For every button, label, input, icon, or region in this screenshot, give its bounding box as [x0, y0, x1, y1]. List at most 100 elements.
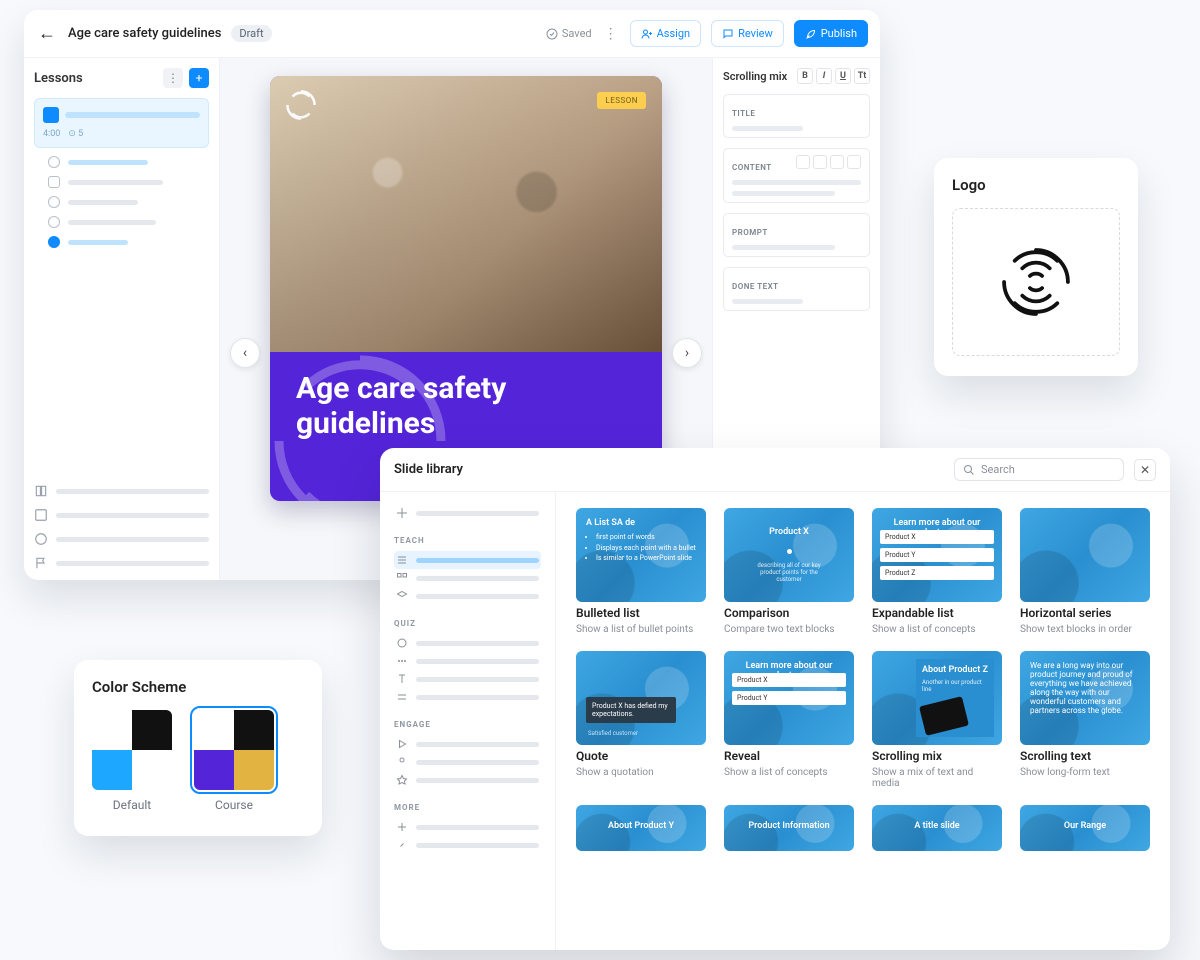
- grid-icon: [396, 572, 408, 584]
- slide-template-tile[interactable]: A title slide: [872, 805, 1002, 851]
- template-subtitle: Show a list of concepts: [724, 767, 854, 778]
- footer-nav-item[interactable]: [34, 556, 209, 570]
- logo-heading: Logo: [952, 176, 1120, 194]
- slide-template-tile[interactable]: Product X has defied my expectations.Sat…: [576, 651, 706, 789]
- category-item[interactable]: [394, 652, 541, 670]
- slide-type-label: Scrolling mix: [723, 70, 791, 83]
- italic-button[interactable]: I: [816, 68, 832, 84]
- category-item[interactable]: [394, 587, 541, 605]
- bold-button[interactable]: B: [797, 68, 813, 84]
- outline-item[interactable]: [48, 216, 209, 228]
- palette-icon: [34, 532, 48, 546]
- tool-icon[interactable]: [830, 155, 844, 169]
- outline-item[interactable]: [48, 156, 209, 168]
- category-item[interactable]: [394, 771, 541, 789]
- outline-item[interactable]: [48, 176, 209, 188]
- library-close-button[interactable]: ✕: [1134, 459, 1156, 481]
- slide-template-tile[interactable]: Product Xdescribing all of our key produ…: [724, 508, 854, 635]
- circle-icon: [396, 637, 408, 649]
- slide-template-tile[interactable]: About Product Y: [576, 805, 706, 851]
- lessons-heading: Lessons: [34, 71, 157, 86]
- template-thumbnail: A title slide: [872, 805, 1002, 851]
- scheme-option-default[interactable]: Default: [92, 710, 172, 812]
- category-item[interactable]: [394, 753, 541, 771]
- check-circle-icon: [546, 28, 558, 40]
- prev-slide-button[interactable]: ‹: [230, 338, 260, 368]
- editor-topbar: ← Age care safety guidelines Draft Saved…: [24, 10, 880, 58]
- category-item[interactable]: [394, 836, 541, 854]
- lessons-panel: Lessons ⋮ + 4:00 ⊙ 5: [24, 58, 220, 580]
- slide-template-tile[interactable]: Horizontal series Show text blocks in ord…: [1020, 508, 1150, 635]
- template-title: Scrolling mix: [872, 749, 1002, 763]
- slide-template-tile[interactable]: Product Information: [724, 805, 854, 851]
- flag-icon: [34, 556, 48, 570]
- slide-template-tile[interactable]: Learn more about our product rangeProduc…: [724, 651, 854, 789]
- scheme-label: Default: [113, 798, 151, 812]
- tool-icon[interactable]: [796, 155, 810, 169]
- library-search-input[interactable]: Search: [954, 458, 1124, 481]
- template-title: Scrolling text: [1020, 749, 1150, 763]
- section-label: QUIZ: [394, 619, 541, 628]
- category-item[interactable]: [394, 551, 541, 569]
- category-item[interactable]: [394, 634, 541, 652]
- section-label: MORE: [394, 803, 541, 812]
- slide-template-tile[interactable]: We are a long way into our product journ…: [1020, 651, 1150, 789]
- rocket-icon: [805, 28, 817, 40]
- footer-nav-item[interactable]: [34, 532, 209, 546]
- content-field[interactable]: CONTENT: [723, 148, 870, 203]
- category-item[interactable]: [394, 735, 541, 753]
- slide-preview[interactable]: LESSON Age care safety guidelines: [270, 76, 662, 501]
- assign-button[interactable]: Assign: [630, 20, 701, 47]
- scheme-option-course[interactable]: Course: [194, 710, 274, 812]
- text-icon: [396, 673, 408, 685]
- scheme-label: Course: [215, 798, 253, 812]
- footer-nav-item[interactable]: [34, 508, 209, 522]
- outline-item[interactable]: [48, 196, 209, 208]
- review-button[interactable]: Review: [711, 20, 784, 47]
- slide-outline: [34, 156, 209, 248]
- category-item[interactable]: [394, 818, 541, 836]
- book-icon: [34, 484, 48, 498]
- list-icon: [396, 554, 408, 566]
- template-thumbnail: We are a long way into our product journ…: [1020, 651, 1150, 745]
- sparkle-icon: [396, 507, 408, 519]
- template-thumbnail: Product Xdescribing all of our key produ…: [724, 508, 854, 602]
- add-lesson-button[interactable]: +: [189, 68, 209, 88]
- more-menu-button[interactable]: ⋮: [602, 26, 620, 42]
- arrows-icon: [396, 691, 408, 703]
- slide-template-tile[interactable]: A List SA defirst point of wordsDisplays…: [576, 508, 706, 635]
- template-thumbnail: Our Range: [1020, 805, 1150, 851]
- tool-icon[interactable]: [813, 155, 827, 169]
- done-text-field[interactable]: DONE TEXT: [723, 267, 870, 311]
- prompt-field[interactable]: PROMPT: [723, 213, 870, 257]
- underline-button[interactable]: U: [835, 68, 851, 84]
- footer-nav-item[interactable]: [34, 484, 209, 498]
- category-item[interactable]: [394, 670, 541, 688]
- template-thumbnail: About Product ZAnother in our product li…: [872, 651, 1002, 745]
- outline-item-active[interactable]: [48, 236, 209, 248]
- next-slide-button[interactable]: ›: [672, 338, 702, 368]
- plus-icon: [396, 821, 408, 833]
- category-item[interactable]: [394, 504, 541, 522]
- lessons-settings-button[interactable]: ⋮: [163, 68, 183, 88]
- logo-dropzone[interactable]: [952, 208, 1120, 356]
- textcase-button[interactable]: Tt: [854, 68, 870, 84]
- user-plus-icon: [641, 28, 653, 40]
- tool-icon[interactable]: [847, 155, 861, 169]
- slide-template-tile[interactable]: Learn more about our product rangeProduc…: [872, 508, 1002, 635]
- lesson-card[interactable]: 4:00 ⊙ 5: [34, 98, 209, 148]
- title-field[interactable]: TITLE: [723, 94, 870, 138]
- template-subtitle: Show text blocks in order: [1020, 624, 1150, 635]
- template-subtitle: Show a list of concepts: [872, 624, 1002, 635]
- template-thumbnail: A List SA defirst point of wordsDisplays…: [576, 508, 706, 602]
- template-thumbnail: Learn more about our product rangeProduc…: [724, 651, 854, 745]
- slide-template-tile[interactable]: About Product ZAnother in our product li…: [872, 651, 1002, 789]
- category-item[interactable]: [394, 569, 541, 587]
- slide-template-tile[interactable]: Our Range: [1020, 805, 1150, 851]
- template-title: Horizontal series: [1020, 606, 1150, 620]
- back-button[interactable]: ←: [36, 23, 58, 45]
- fingerprint-swirl-icon: [998, 244, 1074, 320]
- template-thumbnail: Product Information: [724, 805, 854, 851]
- category-item[interactable]: [394, 688, 541, 706]
- publish-button[interactable]: Publish: [794, 20, 868, 47]
